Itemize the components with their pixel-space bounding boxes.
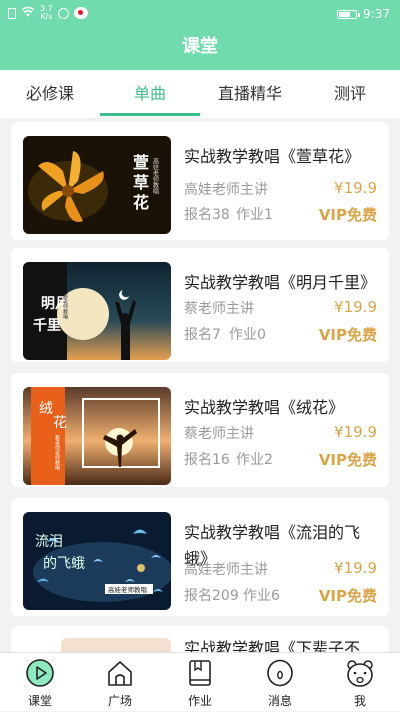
course-title[interactable]: 实战教学教唱《明月千里》 — [184, 270, 376, 296]
status-left: 3.7 K/s — [8, 5, 88, 21]
course-teacher: 蔡老师主讲 — [184, 301, 254, 317]
book-icon — [189, 660, 211, 686]
active-tab-indicator — [100, 113, 200, 116]
bottom-navigation: 课堂 广场 作业 消息 我 — [0, 652, 400, 711]
course-card[interactable]: 实战教学教唱《下辈子不 — [11, 626, 389, 652]
wifi-icon — [21, 6, 35, 20]
course-price: ¥19.9 — [334, 423, 377, 441]
course-price: ¥19.9 — [334, 298, 377, 316]
course-homework-count: 作业1 — [236, 207, 273, 223]
clock: 9:37 — [363, 7, 390, 21]
tab-live-highlights[interactable]: 直播精华 — [200, 70, 300, 118]
course-thumbnail: 明月 千里 蔡老师教唱 — [23, 262, 171, 360]
network-speed: 3.7 K/s — [40, 4, 53, 21]
play-circle-icon — [26, 659, 54, 687]
status-bar: 3.7 K/s 9:37 — [0, 0, 400, 30]
message-icon — [267, 659, 293, 687]
status-right: 9:37 — [337, 7, 390, 21]
course-enroll-count: 报名7 — [184, 327, 221, 343]
course-thumbnail: 流泪 的飞蛾 高娃老师教唱 — [23, 512, 171, 610]
course-teacher: 蔡老师主讲 — [184, 426, 254, 442]
tab-assessment[interactable]: 测评 — [300, 70, 400, 118]
course-thumbnail — [61, 638, 171, 652]
course-card[interactable]: 绒 花 蔡老师老师教唱 实战教学教唱《绒花》 蔡老师主讲 ¥19.9 报名16 … — [11, 373, 389, 487]
tab-required-courses[interactable]: 必修课 — [0, 70, 100, 118]
app-header: 3.7 K/s 9:37 课堂 — [0, 0, 400, 70]
thumb-title-text: 的飞蛾 — [43, 556, 85, 572]
vip-free-badge: VIP免费 — [318, 326, 377, 344]
thumb-title-char: 草 — [133, 173, 149, 192]
course-list[interactable]: 萱 草 花 高娃老师教唱 实战教学教唱《萱草花》 高娃老师主讲 ¥19.9 报名… — [0, 118, 400, 652]
page-title: 课堂 — [182, 36, 218, 57]
battery-level — [339, 11, 350, 17]
vip-free-badge: VIP免费 — [318, 206, 377, 224]
thumb-title-text: 流泪 — [35, 534, 63, 550]
thumb-title-char: 花 — [53, 415, 67, 431]
thumb-subtitle: 蔡老师老师教唱 — [54, 434, 60, 471]
bear-face-icon — [347, 660, 373, 687]
course-price: ¥19.9 — [334, 559, 377, 577]
nav-label: 我 — [353, 694, 366, 708]
nav-plaza[interactable]: 广场 — [80, 653, 160, 712]
home-icon — [108, 661, 132, 686]
course-enroll-count: 报名209 — [184, 588, 239, 604]
notification-icon — [57, 7, 69, 19]
course-card[interactable]: 明月 千里 蔡老师教唱 实战教学教唱《明月千里》 蔡老师主讲 ¥19.9 报名7… — [11, 248, 389, 362]
battery-icon — [337, 9, 361, 19]
vip-free-badge: VIP免费 — [318, 587, 377, 605]
thumb-title-char: 萱 — [133, 153, 149, 172]
course-enroll-count: 报名38 — [184, 207, 230, 223]
course-enroll-count: 报名16 — [184, 452, 230, 468]
nav-messages[interactable]: 消息 — [240, 653, 320, 712]
thumb-subtitle: 高娃老师教唱 — [108, 585, 147, 594]
nav-profile[interactable]: 我 — [320, 653, 400, 712]
nav-classroom[interactable]: 课堂 — [0, 653, 80, 712]
course-card[interactable]: 流泪 的飞蛾 高娃老师教唱 实战教学教唱《流泪的飞蛾》 高娃老师主讲 ¥19.9… — [11, 498, 389, 616]
thumb-title-text: 千里 — [33, 317, 61, 334]
nav-label: 作业 — [187, 694, 212, 708]
course-price: ¥19.9 — [334, 179, 377, 197]
sim-card-icon — [8, 7, 16, 19]
nav-label: 课堂 — [27, 694, 52, 708]
thumb-title-char: 花 — [133, 193, 149, 212]
thumb-subtitle: 高娃老师教唱 — [152, 157, 159, 195]
course-homework-count: 作业0 — [229, 327, 266, 343]
course-thumbnail: 绒 花 蔡老师老师教唱 — [23, 387, 171, 485]
course-title[interactable]: 实战教学教唱《萱草花》 — [184, 144, 374, 170]
course-title[interactable]: 实战教学教唱《绒花》 — [184, 395, 374, 421]
thumb-subtitle: 蔡老师教唱 — [62, 293, 68, 320]
nav-label: 消息 — [267, 694, 292, 708]
course-teacher: 高娃老师主讲 — [184, 562, 268, 578]
course-card[interactable]: 萱 草 花 高娃老师教唱 实战教学教唱《萱草花》 高娃老师主讲 ¥19.9 报名… — [11, 122, 389, 240]
vip-free-badge: VIP免费 — [318, 451, 377, 469]
nav-homework[interactable]: 作业 — [160, 653, 240, 712]
tab-single-songs[interactable]: 单曲 — [100, 70, 200, 118]
course-title[interactable]: 实战教学教唱《下辈子不 — [184, 636, 374, 652]
course-homework-count: 作业6 — [243, 588, 280, 604]
course-thumbnail: 萱 草 花 高娃老师教唱 — [23, 136, 171, 234]
course-teacher: 高娃老师主讲 — [184, 182, 268, 198]
thumb-title-char: 绒 — [39, 401, 53, 417]
category-tabs: 必修课 单曲 直播精华 测评 — [0, 70, 400, 118]
weibo-icon — [73, 7, 88, 19]
course-homework-count: 作业2 — [236, 452, 273, 468]
nav-label: 广场 — [107, 694, 132, 708]
